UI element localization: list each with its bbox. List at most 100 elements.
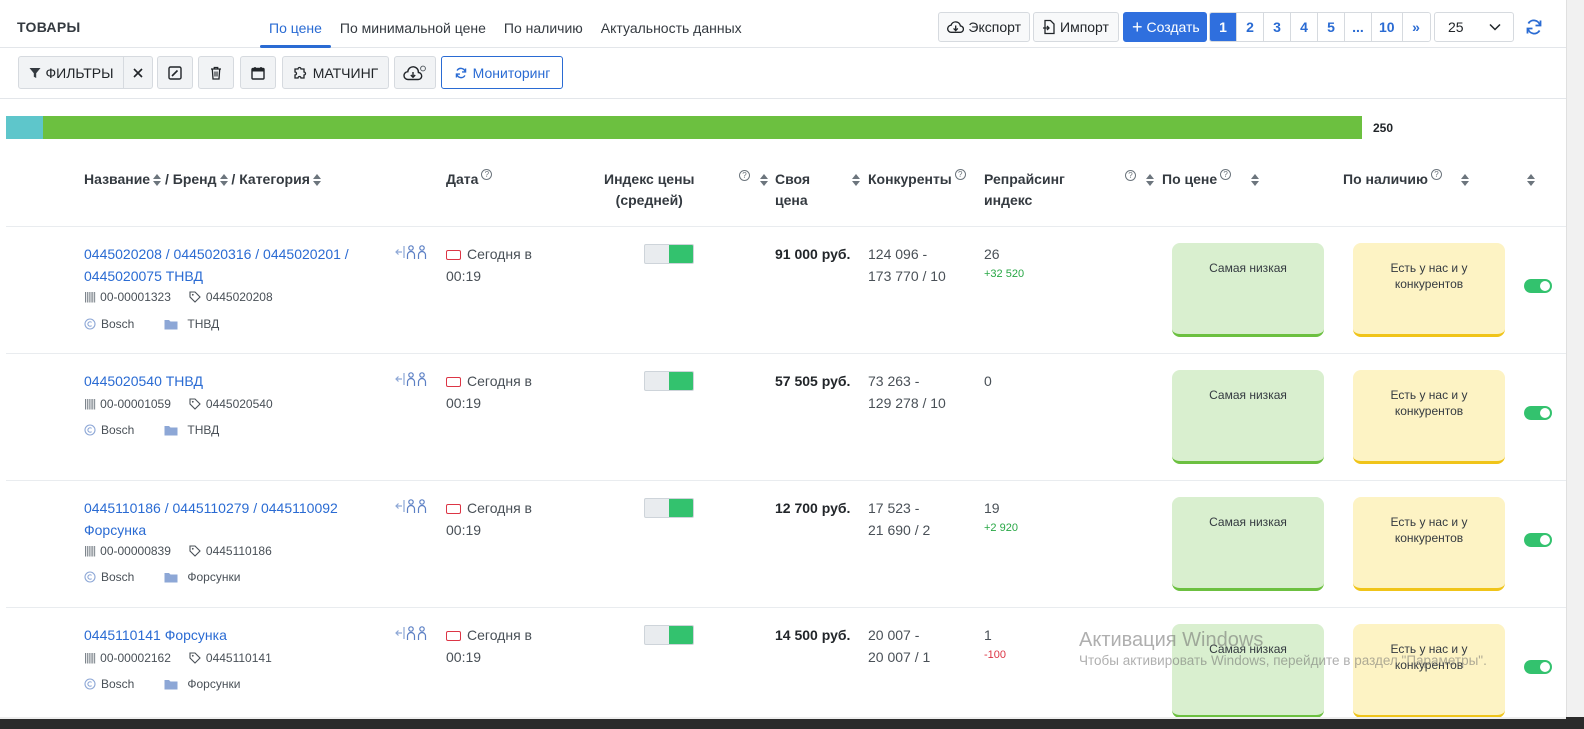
sort-icon[interactable] (153, 174, 162, 187)
tab-by-min-price[interactable]: По минимальной цене (331, 0, 495, 48)
progress-teal-segment (6, 116, 43, 139)
file-import-icon (1043, 19, 1055, 35)
sort-category[interactable]: Категория (239, 171, 310, 187)
folder-icon (164, 572, 178, 582)
cloud-sync-button[interactable] (394, 56, 436, 89)
product-name-link[interactable]: 0445020540 ТНВД (84, 370, 384, 392)
sort-icon[interactable] (1527, 174, 1535, 186)
view-tabs: По цене По минимальной цене По наличию А… (260, 0, 751, 48)
help-icon[interactable]: ? (1430, 169, 1442, 180)
sort-icon[interactable] (852, 174, 860, 186)
sort-icon[interactable] (312, 174, 321, 187)
help-icon[interactable]: ? (481, 169, 493, 180)
copyright-icon (84, 571, 96, 583)
refresh-icon[interactable] (1524, 17, 1544, 37)
chevron-down-icon (1489, 23, 1501, 31)
price-status-card: Самая низкая (1172, 370, 1324, 464)
copyright-icon (84, 424, 96, 436)
sort-brand[interactable]: Бренд (173, 171, 217, 187)
tab-by-availability[interactable]: По наличию (495, 0, 592, 48)
competitor-price-range: 73 263 - 129 278 / 10 (868, 373, 946, 411)
sort-icon[interactable] (1461, 174, 1469, 186)
calendar-button[interactable] (240, 56, 276, 89)
product-category: Форсунки (187, 570, 241, 584)
page-ellipsis-button[interactable]: ... (1345, 13, 1372, 41)
help-icon[interactable]: ? (1125, 170, 1136, 181)
tab-by-price[interactable]: По цене (260, 0, 331, 48)
monitoring-button[interactable]: Мониторинг (441, 56, 563, 89)
product-category: ТНВД (187, 317, 220, 331)
repricing-index: 1 -100 (984, 624, 1006, 664)
product-name-link[interactable]: 0445110141 Форсунка (84, 624, 384, 646)
import-button[interactable]: Импорт (1033, 12, 1119, 42)
active-switch[interactable] (1524, 406, 1552, 420)
page-3-button[interactable]: 3 (1264, 13, 1291, 41)
product-tag: 0445020540 (205, 397, 273, 411)
pagination: 1 2 3 4 5 ... 10 » (1209, 12, 1431, 42)
help-icon[interactable]: ? (954, 169, 966, 180)
delete-button[interactable] (198, 56, 234, 89)
create-button[interactable]: + Создать (1123, 12, 1207, 42)
sort-icon[interactable] (219, 174, 228, 187)
tab-data-freshness[interactable]: Актуальность данных (592, 0, 751, 48)
active-switch[interactable] (1524, 279, 1552, 293)
product-brand-category: Bosch Форсунки (84, 677, 240, 691)
per-page-value: 25 (1448, 19, 1464, 35)
competitors-link-icon[interactable] (395, 243, 431, 261)
repricing-index: 26 +32 520 (984, 243, 1024, 283)
close-icon (133, 67, 143, 78)
per-page-select[interactable]: 25 (1434, 12, 1514, 42)
filter-icon (29, 67, 41, 78)
filters-label: ФИЛЬТРЫ (45, 64, 114, 81)
repricing-index: 0 (984, 373, 992, 389)
calendar-icon (251, 66, 265, 80)
price-index-toggle[interactable] (644, 244, 694, 264)
column-header-date: Дата? (446, 169, 493, 190)
repricing-sublabel: индекс (984, 192, 1033, 208)
page-1-button[interactable]: 1 (1210, 13, 1237, 41)
export-label: Экспорт (968, 19, 1021, 35)
matching-button[interactable]: МАТЧИНГ (282, 56, 389, 89)
page-title: ТОВАРЫ (17, 19, 81, 35)
plus-icon: + (1132, 17, 1143, 37)
import-label: Импорт (1060, 19, 1109, 35)
trash-icon (211, 66, 221, 80)
folder-icon (164, 319, 178, 329)
price-index-toggle[interactable] (644, 371, 694, 391)
product-category: ТНВД (187, 423, 220, 437)
filters-button[interactable]: ФИЛЬТРЫ (18, 56, 124, 89)
help-icon[interactable]: ? (1220, 169, 1232, 180)
sort-icon[interactable] (1146, 174, 1154, 186)
own-price: 57 505 руб. (775, 373, 851, 389)
next-pages-button[interactable]: » (1402, 13, 1430, 41)
product-tag: 0445020208 (205, 290, 273, 304)
column-header-name: Название / Бренд / Категория (84, 169, 321, 190)
page-5-button[interactable]: 5 (1318, 13, 1345, 41)
product-name-link[interactable]: 0445020208 / 0445020316 / 0445020201 / 0… (84, 243, 384, 287)
product-name-link[interactable]: 0445110186 / 0445110279 / 0445110092 Фор… (84, 497, 384, 541)
sort-icon[interactable] (1251, 174, 1259, 186)
barcode-icon: |||||| (84, 652, 96, 664)
product-codes: |||||| 00-00001059 0445020540 (84, 397, 273, 411)
sort-name[interactable]: Название (84, 171, 150, 187)
edit-button[interactable] (157, 56, 193, 89)
page-2-button[interactable]: 2 (1237, 13, 1264, 41)
active-switch[interactable] (1524, 533, 1552, 547)
sort-icon[interactable] (760, 174, 768, 186)
availability-status-card: Есть у нас и у конкурентов (1353, 497, 1505, 591)
competitors-link-icon[interactable] (395, 497, 431, 515)
price-index-toggle[interactable] (644, 498, 694, 518)
page-scrollbar[interactable] (1566, 0, 1584, 717)
page-4-button[interactable]: 4 (1291, 13, 1318, 41)
clear-filters-button[interactable] (123, 56, 153, 89)
date-flag-icon (446, 377, 461, 387)
competitors-link-icon[interactable] (395, 624, 431, 642)
page-10-button[interactable]: 10 (1372, 13, 1403, 41)
product-brand-category: Bosch ТНВД (84, 423, 219, 437)
price-index-toggle[interactable] (644, 625, 694, 645)
competitors-link-icon[interactable] (395, 370, 431, 388)
help-icon[interactable]: ? (739, 170, 750, 181)
active-switch[interactable] (1524, 660, 1552, 674)
export-button[interactable]: Экспорт (938, 12, 1030, 42)
progress-total: 250 (1373, 121, 1394, 135)
